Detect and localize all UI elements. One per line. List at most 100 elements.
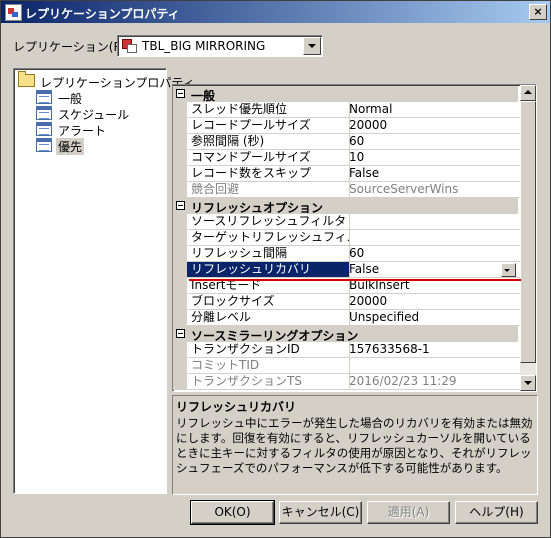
tree-item-label: 優先 xyxy=(56,138,85,155)
property-name: トランザクションID xyxy=(187,342,350,358)
scroll-up-button[interactable] xyxy=(520,85,536,101)
property-value[interactable]: 20000 xyxy=(346,294,521,310)
help-button[interactable]: ヘルプ(H) xyxy=(455,501,538,524)
window-title: レプリケーションプロパティ xyxy=(25,7,180,21)
value-dropdown-button[interactable] xyxy=(501,263,516,277)
property-value: 2016/02/23 11:29 xyxy=(346,374,521,390)
row-gutter xyxy=(173,150,187,166)
property-row-selected[interactable]: リフレッシュリカバリ False xyxy=(173,262,521,278)
property-name: ターゲットリフレッシュフィルタ xyxy=(187,230,350,246)
row-gutter xyxy=(173,230,187,246)
property-row: トランザクションTS 2016/02/23 11:29 xyxy=(173,374,521,390)
property-value[interactable]: 20000 xyxy=(346,118,521,134)
property-value[interactable]: 60 xyxy=(346,134,521,150)
property-value xyxy=(346,358,521,374)
property-value[interactable]: 60 xyxy=(346,246,521,262)
row-gutter xyxy=(173,278,187,294)
cancel-button[interactable]: キャンセル(C) xyxy=(279,501,362,524)
apply-button[interactable]: 適用(A) xyxy=(367,501,450,524)
property-name: ブロックサイズ xyxy=(187,294,350,310)
property-value-select[interactable]: False xyxy=(346,262,521,278)
property-name: コマンドプールサイズ xyxy=(187,150,350,166)
property-name: トランザクションTS xyxy=(187,374,350,390)
row-gutter xyxy=(173,342,187,358)
property-value[interactable] xyxy=(346,214,521,230)
description-text: リフレッシュ中にエラーが発生した場合のリカバリを有効または無効にします。回復を有… xyxy=(176,416,533,475)
publication-select[interactable]: TBL_BIG MIRRORING xyxy=(117,35,323,57)
property-row[interactable]: スレッド優先順位 Normal xyxy=(173,102,521,118)
close-button[interactable]: × xyxy=(529,4,547,20)
arrow-up-icon xyxy=(524,90,532,94)
property-row: 競合回避 SourceServerWins xyxy=(173,182,521,198)
folder-icon xyxy=(18,71,35,87)
property-row[interactable]: リフレッシュ間隔 60 xyxy=(173,246,521,262)
arrow-down-icon xyxy=(524,381,532,385)
property-name: 分離レベル xyxy=(187,310,350,326)
property-row[interactable]: コマンドプールサイズ 10 xyxy=(173,150,521,166)
property-row[interactable]: トランザクションID 157633568-1 xyxy=(173,342,521,358)
tree-item-label: スケジュール xyxy=(58,108,130,122)
highlight-underline xyxy=(189,279,521,281)
property-value[interactable]: 10 xyxy=(346,150,521,166)
category-general[interactable]: 一般 xyxy=(173,86,518,103)
property-row[interactable]: レコードプールサイズ 20000 xyxy=(173,118,521,134)
chevron-down-icon xyxy=(504,269,510,272)
title-bar: レプリケーションプロパティ × xyxy=(1,1,550,23)
description-panel: リフレッシュリカバリ リフレッシュ中にエラーが発生した場合のリカバリを有効または… xyxy=(172,395,538,495)
row-gutter xyxy=(173,246,187,262)
tree-item-label: 一般 xyxy=(58,92,83,106)
property-row[interactable]: ブロックサイズ 20000 xyxy=(173,294,521,310)
publication-dropdown-button[interactable] xyxy=(303,37,321,55)
property-page-icon xyxy=(36,106,52,120)
row-gutter xyxy=(173,310,187,326)
property-row: コミットTID xyxy=(173,358,521,374)
property-value: SourceServerWins xyxy=(346,182,521,198)
row-gutter xyxy=(173,118,187,134)
collapse-icon[interactable] xyxy=(176,329,185,338)
property-name: リフレッシュ間隔 xyxy=(187,246,350,262)
property-page-icon xyxy=(36,122,52,136)
property-name: ソースリフレッシュフィルタ xyxy=(187,214,350,230)
property-name: コミットTID xyxy=(187,358,350,374)
row-gutter xyxy=(173,262,187,278)
property-page-icon xyxy=(36,90,52,104)
property-name: レコード数をスキップ xyxy=(187,166,350,182)
property-name: 競合回避 xyxy=(187,182,350,198)
property-value[interactable]: False xyxy=(346,166,521,182)
property-grid: 一般 スレッド優先順位 Normal レコードプールサイズ 20000 参照間隔 (… xyxy=(172,84,537,392)
tree-item-label: アラート xyxy=(58,124,107,138)
property-row[interactable]: 分離レベル Unspecified xyxy=(173,310,521,326)
row-gutter xyxy=(173,134,187,150)
property-name: 参照間隔 (秒) xyxy=(187,134,350,150)
property-value[interactable]: 157633568-1 xyxy=(346,342,521,358)
replication-icon xyxy=(122,39,137,53)
row-gutter xyxy=(173,102,187,118)
property-row[interactable]: ソースリフレッシュフィルタ xyxy=(173,214,521,230)
description-title: リフレッシュリカバリ xyxy=(176,400,297,414)
scroll-thumb[interactable] xyxy=(520,101,536,363)
row-gutter xyxy=(173,374,187,390)
scroll-down-button[interactable] xyxy=(520,375,536,391)
property-name: リフレッシュリカバリ xyxy=(187,262,350,278)
collapse-icon[interactable] xyxy=(176,201,185,210)
chevron-down-icon xyxy=(308,44,316,48)
property-name: スレッド優先順位 xyxy=(187,102,350,118)
collapse-icon[interactable] xyxy=(176,89,185,98)
property-name: レコードプールサイズ xyxy=(187,118,350,134)
property-value[interactable] xyxy=(346,230,521,246)
category-source-mirroring[interactable]: ソースミラーリングオプション xyxy=(173,326,518,343)
replication-properties-window: レプリケーションプロパティ × レプリケーション(R) TBL_BIG MIRR… xyxy=(0,0,551,538)
property-row[interactable]: レコード数をスキップ False xyxy=(173,166,521,182)
row-gutter xyxy=(173,214,187,230)
property-row[interactable]: ターゲットリフレッシュフィルタ xyxy=(173,230,521,246)
property-value[interactable]: Unspecified xyxy=(346,310,521,326)
row-gutter xyxy=(173,182,187,198)
property-row[interactable]: 参照間隔 (秒) 60 xyxy=(173,134,521,150)
vertical-scrollbar[interactable] xyxy=(520,85,536,391)
properties-tree: レプリケーションプロパティ 一般 スケジュール アラート 優先 xyxy=(13,68,195,494)
property-value[interactable]: Normal xyxy=(346,102,521,118)
ok-button[interactable]: OK(O) xyxy=(190,500,275,525)
category-refresh[interactable]: リフレッシュオプション xyxy=(173,198,518,215)
property-page-icon xyxy=(36,138,52,152)
row-gutter xyxy=(173,294,187,310)
